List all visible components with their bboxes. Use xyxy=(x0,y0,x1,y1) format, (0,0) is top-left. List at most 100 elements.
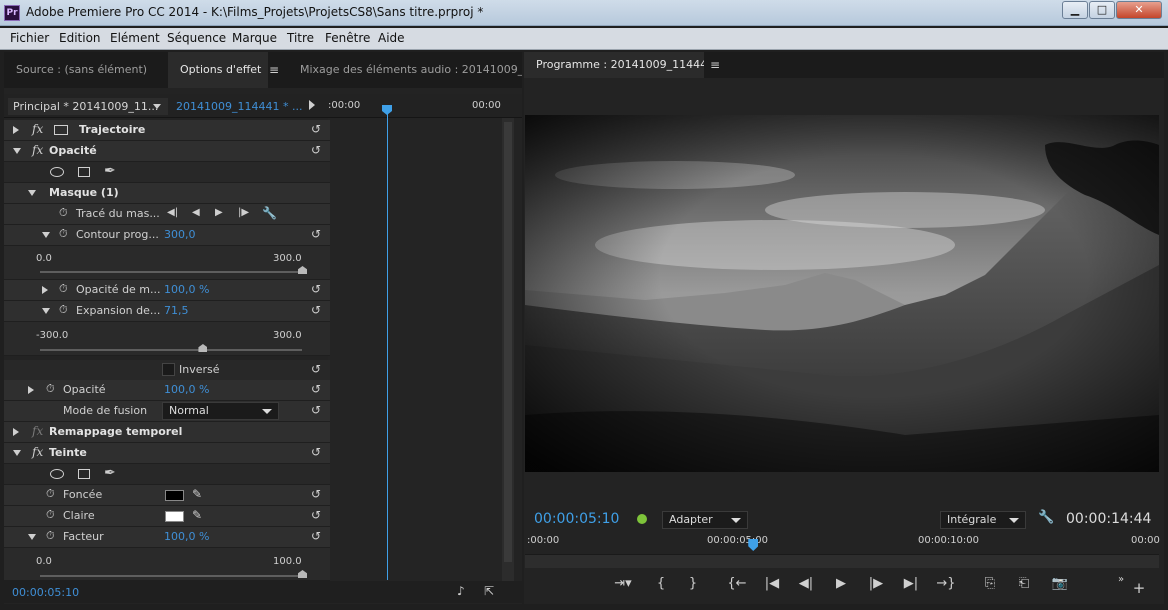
stopwatch-icon[interactable]: ⏱ xyxy=(46,530,58,542)
blend-mode-dropdown[interactable]: Normal xyxy=(162,402,279,420)
fx-badge-icon[interactable]: fx xyxy=(32,445,43,459)
reset-icon[interactable]: ↺ xyxy=(309,383,323,397)
slider-thumb[interactable] xyxy=(198,344,208,352)
slider-thumb[interactable] xyxy=(298,266,307,274)
amount-value[interactable]: 100,0 % xyxy=(164,530,209,543)
pen-mask-icon[interactable]: ✒ xyxy=(104,465,116,481)
frame-back-icon[interactable]: ◀| xyxy=(795,574,817,594)
track-forward-frame-icon[interactable]: ▶ xyxy=(215,207,223,218)
export-frame-icon[interactable]: 📷 xyxy=(1049,574,1071,594)
track-forward-icon[interactable]: |▶ xyxy=(238,207,249,218)
premiere-app-icon[interactable]: Pr xyxy=(4,5,20,21)
reset-icon[interactable]: ↺ xyxy=(309,404,323,418)
track-backward-icon[interactable]: ◀| xyxy=(167,207,178,218)
master-clip-selector[interactable]: Principal * 20141009_11... xyxy=(8,98,168,115)
program-playhead[interactable] xyxy=(748,539,759,551)
audio-scrub-icon[interactable]: ♪ xyxy=(457,584,465,598)
stopwatch-icon[interactable]: ⏱ xyxy=(59,304,71,316)
menu-marque[interactable]: Marque xyxy=(232,31,277,45)
tab-source[interactable]: Source : (sans élément) xyxy=(4,52,164,88)
tab-audio-clip-mixer[interactable]: Mixage des éléments audio : 20141009_114… xyxy=(294,52,522,88)
mask-feather-value[interactable]: 300,0 xyxy=(164,228,196,241)
mask-expansion-slider[interactable] xyxy=(40,349,302,351)
reset-icon[interactable]: ↺ xyxy=(309,488,323,502)
collapse-arrow-icon[interactable] xyxy=(13,450,21,456)
button-editor-icon[interactable]: + xyxy=(1128,578,1150,598)
play-icon[interactable]: ▶ xyxy=(830,574,852,594)
tab-effect-controls[interactable]: Options d'effet xyxy=(168,52,268,88)
maximize-button[interactable]: □ xyxy=(1089,1,1115,19)
reset-icon[interactable]: ↺ xyxy=(309,530,323,544)
menu-sequence[interactable]: Séquence xyxy=(167,31,226,45)
expand-arrow-icon[interactable] xyxy=(28,386,34,394)
mark-out-icon[interactable]: } xyxy=(682,574,704,594)
menu-fichier[interactable]: Fichier xyxy=(10,31,49,45)
expand-arrow-icon[interactable] xyxy=(42,286,48,294)
mask-expansion-value[interactable]: 71,5 xyxy=(164,304,189,317)
reset-icon[interactable]: ↺ xyxy=(309,363,323,377)
stopwatch-icon[interactable]: ⏱ xyxy=(59,228,71,240)
playback-resolution-dropdown[interactable]: Intégrale xyxy=(940,511,1026,529)
track-back-frame-icon[interactable]: ◀ xyxy=(192,207,200,218)
effect-trajectoire[interactable]: fx Trajectoire ↺ xyxy=(4,120,330,141)
collapse-arrow-icon[interactable] xyxy=(13,148,21,154)
fx-badge-icon[interactable]: fx xyxy=(32,122,43,136)
collapse-arrow-icon[interactable] xyxy=(28,534,36,540)
reset-icon[interactable]: ↺ xyxy=(309,123,323,137)
close-button[interactable]: ✕ xyxy=(1116,1,1162,19)
collapse-arrow-icon[interactable] xyxy=(42,232,50,238)
export-icon[interactable]: ⇱ xyxy=(484,584,494,598)
mask-feather-slider[interactable] xyxy=(40,271,302,273)
menu-fenetre[interactable]: Fenêtre xyxy=(325,31,370,45)
effect-timeline[interactable] xyxy=(328,118,514,581)
menu-titre[interactable]: Titre xyxy=(287,31,314,45)
effect-tint[interactable]: fx Teinte ↺ xyxy=(4,443,330,464)
frame-forward-icon[interactable]: |▶ xyxy=(865,574,887,594)
menu-edition[interactable]: Edition xyxy=(59,31,101,45)
amount-slider[interactable] xyxy=(40,575,302,577)
expand-arrow-icon[interactable] xyxy=(13,428,19,436)
expand-arrow-icon[interactable] xyxy=(13,126,19,134)
ellipse-mask-icon[interactable] xyxy=(50,469,64,479)
stopwatch-icon[interactable]: ⏱ xyxy=(46,509,58,521)
opacity-value[interactable]: 100,0 % xyxy=(164,383,209,396)
effect-opacite[interactable]: fx Opacité ↺ xyxy=(4,141,330,162)
program-time-ruler[interactable]: :00:00 00:00:05:00 00:00:10:00 00:00 xyxy=(525,533,1160,553)
panel-menu-icon[interactable]: ≡ xyxy=(710,52,720,78)
insert-marker-icon[interactable]: ⇥▾ xyxy=(612,574,634,594)
eyedropper-icon[interactable]: ✎ xyxy=(192,487,202,501)
minimize-button[interactable]: ▁ xyxy=(1062,1,1088,19)
timeline-scroll-thumb[interactable] xyxy=(504,122,512,562)
eyedropper-icon[interactable]: ✎ xyxy=(192,508,202,522)
collapse-arrow-icon[interactable] xyxy=(42,308,50,314)
fx-badge-icon[interactable]: fx xyxy=(32,143,43,157)
go-to-in-icon[interactable]: {← xyxy=(726,574,748,594)
color-swatch[interactable] xyxy=(165,490,184,501)
ellipse-mask-icon[interactable] xyxy=(50,167,64,177)
stopwatch-icon[interactable]: ⏱ xyxy=(59,283,71,295)
wrench-icon[interactable]: 🔧 xyxy=(1038,510,1054,525)
mark-in-icon[interactable]: { xyxy=(650,574,672,594)
stopwatch-icon[interactable]: ⏱ xyxy=(46,383,58,395)
extract-icon[interactable]: ⎗ xyxy=(1013,574,1035,594)
collapse-arrow-icon[interactable] xyxy=(28,190,36,196)
fx-badge-icon[interactable]: fx xyxy=(32,424,43,438)
menu-aide[interactable]: Aide xyxy=(378,31,405,45)
go-to-out-icon[interactable]: →} xyxy=(935,574,957,594)
reset-icon[interactable]: ↺ xyxy=(309,446,323,460)
menu-element[interactable]: Elément xyxy=(110,31,160,45)
rectangle-mask-icon[interactable] xyxy=(78,469,90,479)
inverted-checkbox[interactable] xyxy=(162,363,175,376)
mask-1[interactable]: Masque (1) xyxy=(4,183,330,204)
effect-time-remapping[interactable]: fx Remappage temporel xyxy=(4,422,330,443)
stopwatch-icon[interactable]: ⏱ xyxy=(46,488,58,500)
reset-icon[interactable]: ↺ xyxy=(309,228,323,242)
program-video-frame[interactable] xyxy=(525,115,1159,472)
rectangle-mask-icon[interactable] xyxy=(78,167,90,177)
mask-opacity-value[interactable]: 100,0 % xyxy=(164,283,209,296)
sequence-clip-label[interactable]: 20141009_114441 * ... xyxy=(176,100,302,113)
panel-menu-icon[interactable]: ≡ xyxy=(269,52,279,88)
lift-icon[interactable]: ⎘ xyxy=(979,574,1001,594)
step-back-icon[interactable]: |◀ xyxy=(761,574,783,594)
zoom-fit-dropdown[interactable]: Adapter xyxy=(662,511,748,529)
